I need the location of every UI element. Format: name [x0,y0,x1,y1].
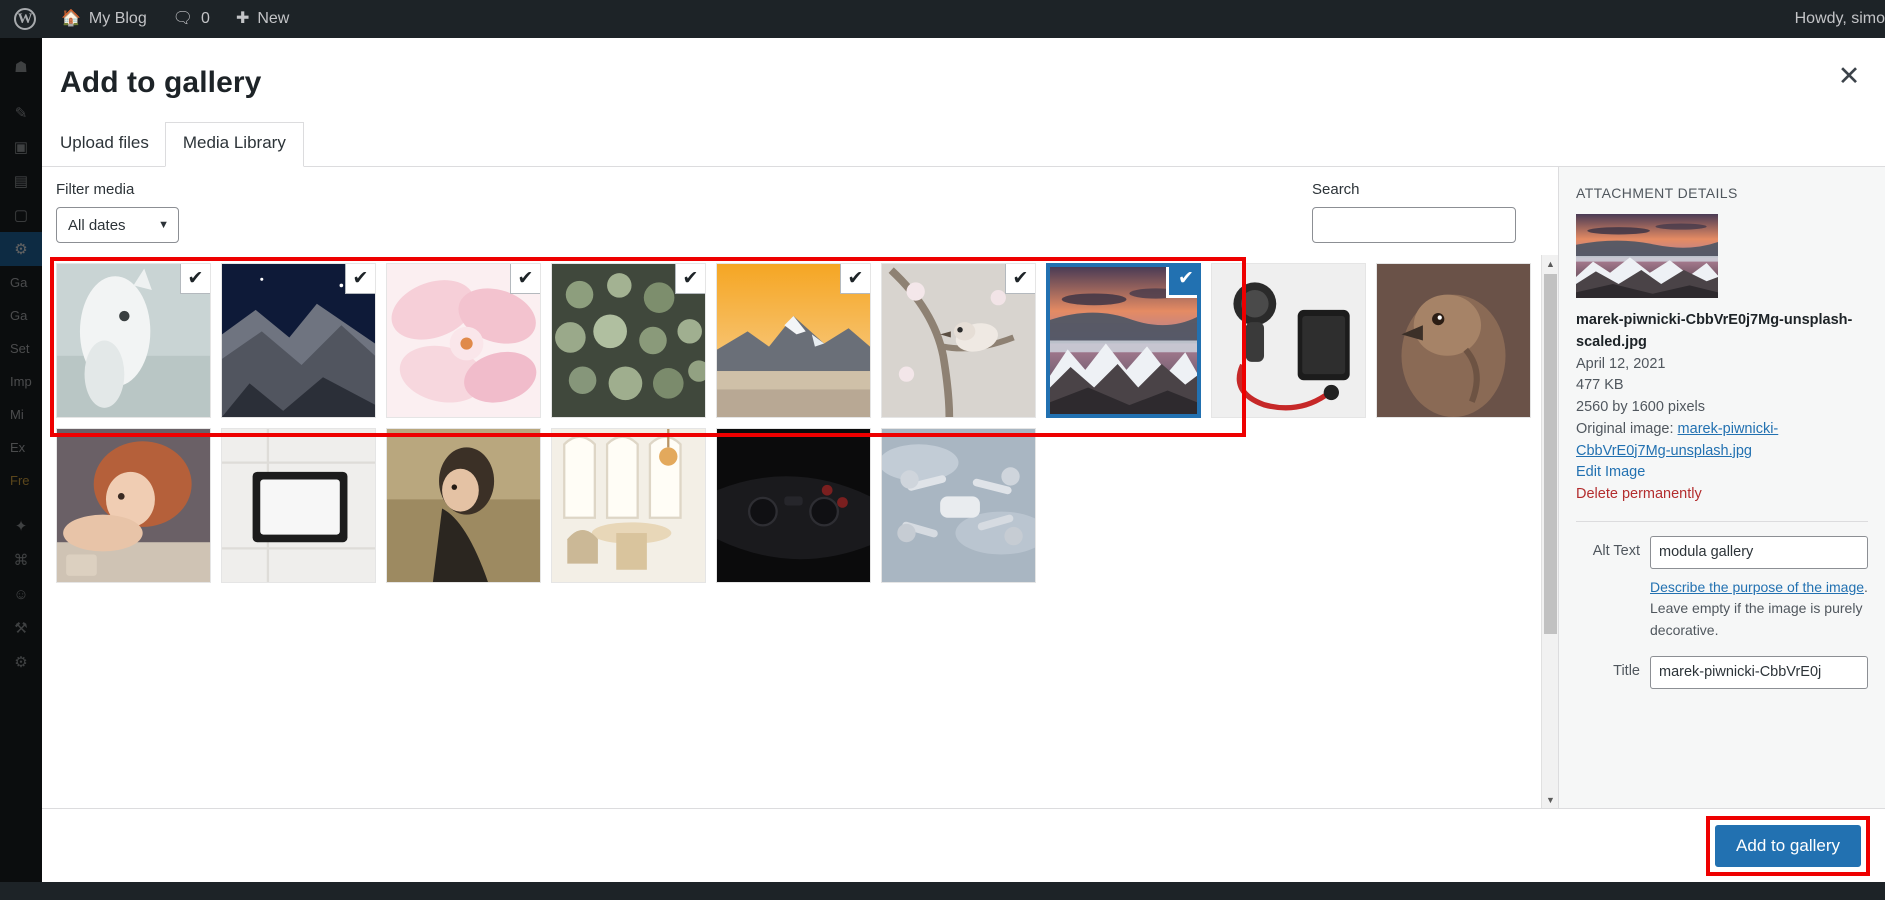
thumbnail-image [1377,264,1530,417]
date-filter-select[interactable]: All dates ▼ [56,207,179,243]
attachment-filename: marek-piwnicki-CbbVrE0j7Mg-unsplash-scal… [1576,312,1853,350]
attachment-item-9[interactable] [56,428,211,583]
original-image-label: Original image: [1576,420,1674,437]
thumbnail-image [717,429,870,582]
primary-button-wrap: Add to gallery [1706,815,1870,876]
thumbnail-image [57,429,210,582]
details-divider [1576,520,1868,522]
attachment-date: April 12, 2021 [1576,355,1666,372]
comments-menu[interactable]: 🗨 0 [160,0,223,38]
attachment-item-13[interactable] [716,428,871,583]
bottom-bar [0,882,1885,900]
attachment-item-12[interactable] [551,428,706,583]
scroll-down-arrow-icon[interactable]: ▼ [1542,791,1558,808]
thumbnail-image [387,429,540,582]
add-to-gallery-button[interactable]: Add to gallery [1715,824,1861,867]
new-content-menu[interactable]: ✚ New [223,0,302,38]
search-group: Search [1312,181,1516,243]
scrollbar-thumb[interactable] [1544,274,1557,634]
thumbnail-image [882,429,1035,582]
attachment-item-8[interactable] [1376,263,1531,418]
title-label: Title [1613,662,1640,679]
media-library-pane: Filter media All dates ▼ Search ✔ ✔ ✔ ✔ … [42,167,1558,808]
preview-image [1576,214,1718,298]
title-input[interactable] [1650,655,1868,689]
home-icon: 🏠 [61,10,81,27]
attachment-item-5[interactable]: ✔ [881,263,1036,418]
screen: ☗ ✎ ▣ ▤ ▢ ⚙ Ga Ga Set Imp Mi Ex Fre ✦ ⌘ … [0,0,1885,900]
alt-text-help: Describe the purpose of the image. Leave… [1650,577,1868,642]
attachment-original-image-row: Original image: marek-piwnicki-CbbVrE0j7… [1576,419,1868,463]
search-label: Search [1312,181,1360,198]
account-greeting: Howdy, simo [1794,10,1885,27]
filter-media-label: Filter media [56,181,135,198]
attachment-details-heading: ATTACHMENT DETAILS [1576,185,1738,201]
checkmark-icon[interactable]: ✔ [345,264,375,294]
checkmark-icon[interactable]: ✔ [1005,264,1035,294]
checkmark-icon[interactable]: ✔ [675,264,705,294]
checkmark-icon[interactable]: ✔ [1169,267,1197,295]
alt-text-label: Alt Text [1592,542,1640,559]
tab-media-library[interactable]: Media Library [164,122,304,167]
alt-text-help-link[interactable]: Describe the purpose of the image [1650,579,1864,595]
plus-icon: ✚ [235,10,250,27]
alt-text-row: Alt Text [1576,535,1868,569]
attachments-grid-wrap: ✔ ✔ ✔ ✔ ✔ ✔ ✔ ▲ ▼ [42,255,1558,808]
checkmark-icon[interactable]: ✔ [840,264,870,294]
checkmark-icon[interactable]: ✔ [180,264,210,294]
attachment-item-11[interactable] [386,428,541,583]
modal-footer: Add to gallery [42,808,1885,882]
chevron-down-icon: ▼ [158,219,169,231]
thumbnail-image [552,429,705,582]
edit-image-link[interactable]: Edit Image [1576,462,1868,484]
attachment-item-0[interactable]: ✔ [56,263,211,418]
attachment-item-1[interactable]: ✔ [221,263,376,418]
media-modal: ✕ Add to gallery Upload files Media Libr… [42,38,1885,882]
comment-bubble-icon: 🗨 [172,10,194,27]
scroll-up-arrow-icon[interactable]: ▲ [1542,255,1558,272]
filter-media-group: Filter media All dates ▼ [56,181,179,243]
checkmark-icon[interactable]: ✔ [510,264,540,294]
library-toolbar: Filter media All dates ▼ Search [42,167,1558,255]
modal-tabs: Upload files Media Library [42,100,1885,167]
attachment-preview-thumbnail[interactable] [1576,214,1718,298]
close-icon[interactable]: ✕ [1827,54,1871,98]
wp-admin-bar: W 🏠 My Blog 🗨 0 ✚ New Howdy, simo [0,0,1885,38]
attachment-item-6[interactable]: ✔ [1046,263,1201,418]
attachment-preview-row [1576,214,1868,298]
thumbnail-image [1212,264,1365,417]
attachment-item-7[interactable] [1211,263,1366,418]
title-row: Title [1576,655,1868,689]
grid-scrollbar[interactable]: ▲ ▼ [1541,255,1558,808]
attachment-item-4[interactable]: ✔ [716,263,871,418]
wordpress-logo-icon[interactable]: W [0,0,48,38]
attachment-item-14[interactable] [881,428,1036,583]
comments-count: 0 [201,10,210,27]
attachment-item-2[interactable]: ✔ [386,263,541,418]
attachment-meta: marek-piwnicki-CbbVrE0j7Mg-unsplash-scal… [1576,310,1868,506]
date-filter-value: All dates [68,216,126,234]
wordpress-logo-glyph: W [14,8,36,30]
tab-upload-files[interactable]: Upload files [60,122,165,166]
page-title: Add to gallery [60,66,262,99]
attachment-item-3[interactable]: ✔ [551,263,706,418]
attachments-grid: ✔ ✔ ✔ ✔ ✔ ✔ ✔ [42,255,1558,597]
account-menu[interactable]: Howdy, simo [1782,0,1885,38]
alt-text-input[interactable] [1650,535,1868,569]
site-name-menu[interactable]: 🏠 My Blog [48,0,160,38]
attachment-item-10[interactable] [221,428,376,583]
new-label: New [257,10,290,27]
delete-permanently-link[interactable]: Delete permanently [1576,484,1868,506]
attachment-filesize: 477 KB [1576,377,1624,394]
modal-body: Filter media All dates ▼ Search ✔ ✔ ✔ ✔ … [42,167,1885,808]
search-input[interactable] [1312,207,1516,243]
attachment-dimensions: 2560 by 1600 pixels [1576,399,1705,415]
thumbnail-image [222,429,375,582]
attachment-details-pane: ATTACHMENT DETAILS marek-piwnicki-CbbVrE… [1558,167,1885,808]
site-name-label: My Blog [88,10,147,27]
